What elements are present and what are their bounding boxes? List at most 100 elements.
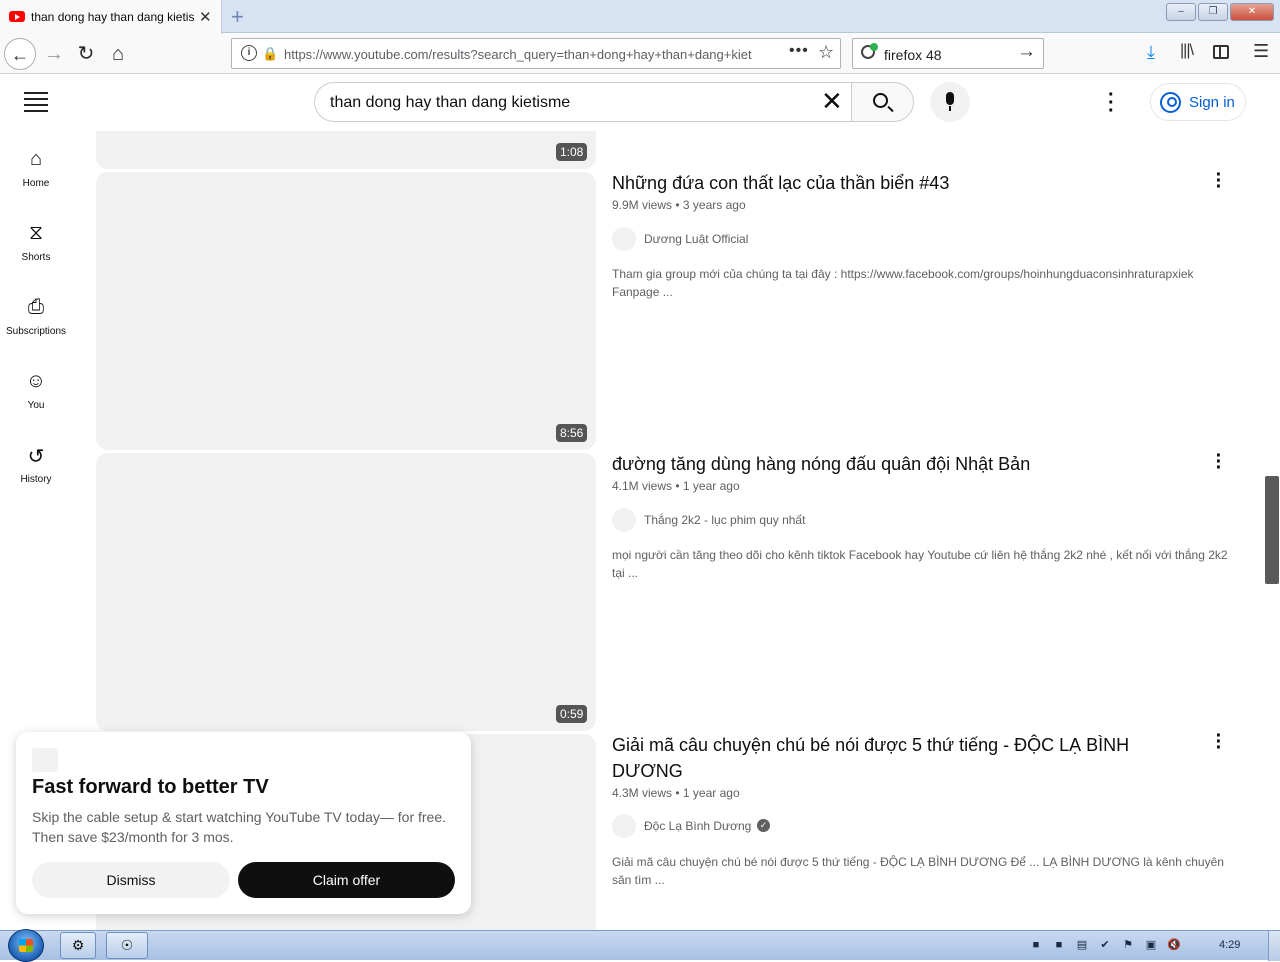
tab-close-icon[interactable]: ✕ (199, 8, 212, 26)
taskbar-clock[interactable]: 4:29 (1219, 939, 1240, 951)
promo-title: Fast forward to better TV (32, 776, 269, 798)
back-button[interactable]: ← (4, 38, 36, 70)
lock-icon[interactable]: 🔒 (262, 46, 278, 62)
tray-security-icon[interactable]: ✔ (1097, 937, 1113, 953)
sidebar-toggle-icon[interactable] (1213, 45, 1229, 59)
shorts-icon: ⧖ (28, 222, 44, 244)
duration-badge: 8:56 (556, 424, 588, 442)
video-thumbnail[interactable] (96, 131, 596, 169)
tray-document-icon[interactable]: ▤ (1074, 937, 1090, 953)
video-actions-menu-icon[interactable]: · · · (1211, 446, 1227, 478)
guide-item-label: History (20, 474, 52, 485)
sign-in-button[interactable]: Sign in (1150, 83, 1246, 121)
guide-menu-icon[interactable] (24, 92, 48, 112)
show-desktop-button[interactable] (1268, 931, 1280, 961)
volume-muted-icon[interactable]: 🔇 (1166, 937, 1182, 953)
channel-name[interactable]: Dương Luật Official (644, 232, 748, 246)
forward-button[interactable]: → (38, 38, 70, 70)
windows-taskbar: ⚙ ☉ ■ ■ ▤ ✔ ⚑ ▣ 🔇 4:29 (0, 929, 1280, 962)
search-icon (873, 93, 888, 108)
window-controls: – ❐ ✕ (1166, 3, 1274, 21)
new-tab-button[interactable]: + (231, 4, 244, 30)
video-actions-menu-icon[interactable]: · · · (1211, 726, 1227, 758)
library-icon[interactable]: |||\ (1180, 42, 1194, 60)
video-description: Giải mã câu chuyện chú bé nói được 5 thứ… (612, 855, 1224, 887)
taskbar-app-button[interactable]: ⚙ (60, 932, 96, 959)
home-button[interactable]: ⌂ (102, 38, 134, 70)
upload-age: 1 year ago (682, 479, 740, 493)
downloads-icon[interactable]: ⤓ (1147, 42, 1155, 63)
clear-search-icon[interactable]: ✕ (821, 87, 843, 115)
view-count: 4.1M views (612, 479, 673, 493)
duration-badge: 1:08 (556, 143, 588, 161)
taskbar-app-button[interactable]: ☉ (106, 932, 148, 959)
account-circle-icon (1160, 92, 1181, 113)
tray-app-icon[interactable]: ■ (1051, 937, 1067, 953)
start-button[interactable] (8, 929, 44, 962)
video-title[interactable]: Giải mã câu chuyện chú bé nói được 5 thứ… (612, 732, 1172, 784)
browser-search-input[interactable]: firefox 48 (884, 47, 942, 63)
settings-more-icon[interactable]: · · · (1108, 85, 1115, 121)
browser-navigation-bar: ← → ↻ ⌂ i 🔒 https://www.youtube.com/resu… (0, 34, 1280, 74)
video-description: Tham gia group mới của chúng ta tại đây … (612, 267, 1194, 299)
guide-item-subscriptions[interactable]: ⎙ Subscriptions (0, 288, 72, 362)
you-icon: ☺ (25, 370, 47, 392)
video-metadata: 9.9M views • 3 years ago (612, 198, 746, 212)
subscriptions-icon: ⎙ (28, 296, 44, 318)
dismiss-button[interactable]: Dismiss (32, 862, 230, 898)
network-icon[interactable]: ▣ (1143, 937, 1159, 953)
voice-search-mic-icon[interactable] (930, 82, 970, 122)
browser-tab-active[interactable]: than dong hay than dang kietisme - YouTu… (0, 0, 222, 34)
video-title[interactable]: Những đứa con thất lạc của thần biển #43 (612, 170, 1172, 196)
upload-age: 1 year ago (682, 786, 740, 800)
action-center-flag-icon[interactable]: ⚑ (1120, 937, 1136, 953)
youtube-search-input[interactable]: than dong hay than dang kietisme ✕ (314, 82, 852, 122)
guide-item-you[interactable]: ☺ You (0, 362, 72, 436)
browser-search-bar[interactable]: firefox 48 → (852, 38, 1044, 69)
video-metadata: 4.3M views • 1 year ago (612, 786, 740, 800)
youtube-tv-promo-card: Fast forward to better TV Skip the cable… (16, 732, 471, 914)
video-title[interactable]: đường tăng dùng hàng nóng đấu quân đội N… (612, 451, 1172, 477)
guide-item-label: Subscriptions (5, 326, 67, 337)
search-query-text[interactable]: than dong hay than dang kietisme (330, 94, 570, 112)
channel-avatar[interactable] (612, 814, 636, 838)
search-go-arrow-icon[interactable]: → (1017, 41, 1036, 63)
video-actions-menu-icon[interactable]: · · · (1211, 165, 1227, 197)
bookmark-star-icon[interactable]: ☆ (818, 42, 834, 63)
channel-name[interactable]: Thắng 2k2 - lục phim quy nhất (644, 513, 805, 527)
channel-name[interactable]: Độc Lạ Bình Dương (644, 819, 751, 833)
tab-title: than dong hay than dang kietisme - YouTu… (31, 10, 195, 24)
history-icon: ↺ (27, 446, 45, 468)
youtube-header: than dong hay than dang kietisme ✕ · · · S… (0, 75, 1280, 130)
video-thumbnail[interactable] (96, 172, 596, 450)
youtube-tv-logo (32, 748, 58, 772)
guide-item-history[interactable]: ↺ History (0, 436, 72, 510)
claim-offer-button[interactable]: Claim offer (238, 862, 455, 898)
guide-item-shorts[interactable]: ⧖ Shorts (0, 214, 72, 288)
guide-item-label: Home (22, 178, 50, 189)
url-bar[interactable]: i 🔒 https://www.youtube.com/results?sear… (231, 38, 841, 69)
search-button[interactable] (851, 82, 914, 122)
channel-avatar[interactable] (612, 508, 636, 532)
verified-badge-icon: ✓ (757, 819, 770, 832)
close-window-button[interactable]: ✕ (1230, 3, 1274, 21)
guide-item-label: Shorts (21, 252, 51, 263)
upload-age: 3 years ago (682, 198, 746, 212)
system-tray: ■ ■ ▤ ✔ ⚑ ▣ 🔇 (1028, 937, 1182, 953)
sign-in-label: Sign in (1189, 94, 1235, 111)
channel-avatar[interactable] (612, 227, 636, 251)
site-info-icon[interactable]: i (241, 45, 257, 61)
duration-badge: 0:59 (556, 705, 588, 723)
guide-item-label: You (27, 400, 45, 411)
page-scrollbar-thumb[interactable] (1265, 476, 1279, 584)
url-text[interactable]: https://www.youtube.com/results?search_q… (284, 47, 752, 62)
page-actions-icon[interactable]: ••• (789, 42, 809, 60)
youtube-favicon-icon (9, 11, 25, 22)
minimize-button[interactable]: – (1166, 3, 1196, 21)
hamburger-menu-icon[interactable]: ☰ (1253, 41, 1269, 62)
guide-item-home[interactable]: ⌂ Home (0, 140, 72, 214)
tray-app-icon[interactable]: ■ (1028, 937, 1044, 953)
reload-button[interactable]: ↻ (70, 38, 102, 70)
video-thumbnail[interactable] (96, 453, 596, 731)
restore-button[interactable]: ❐ (1198, 3, 1228, 21)
